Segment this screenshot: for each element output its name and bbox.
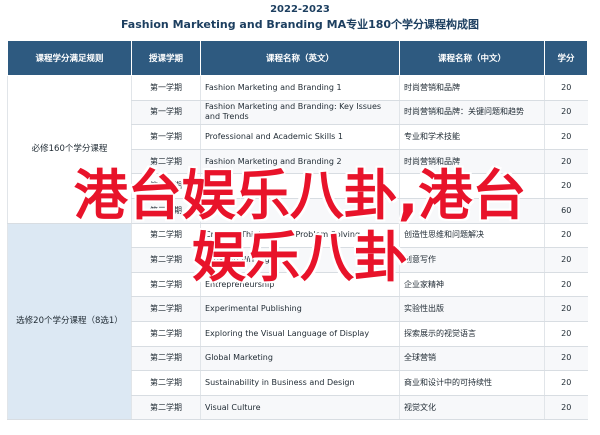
- course-zh-cell: 视觉文化: [399, 395, 545, 421]
- term-cell: 第二学期: [131, 223, 201, 249]
- course-zh-cell: 创造性思维和问题解决: [399, 223, 545, 249]
- credits-cell: 20: [544, 223, 588, 249]
- page-title: Fashion Marketing and Branding MA专业180个学…: [120, 18, 480, 31]
- group-label-required: 必修160个学分课程: [7, 75, 132, 224]
- term-cell: 第二学期: [131, 247, 201, 273]
- course-en-cell: Fashion Marketing and Branding 1: [200, 75, 400, 101]
- course-zh-cell: [399, 173, 545, 199]
- course-zh-cell: 商业和设计中的可持续性: [399, 370, 545, 396]
- group-label-elective: 选修20个学分课程（8选1）: [7, 223, 132, 421]
- curriculum-table: 课程学分满足规则 授课学期 课程名称（英文） 课程名称（中文） 学分 必修160…: [7, 40, 588, 421]
- course-en-cell: Sustainability in Business and Design: [200, 370, 400, 396]
- column-header-term: 授课学期: [131, 40, 201, 76]
- credits-cell: 60: [544, 198, 588, 224]
- course-en-cell: Entrepreneurship: [200, 272, 400, 298]
- course-en-cell: [200, 198, 400, 224]
- term-cell: 第一学期: [131, 124, 201, 150]
- course-en-cell: Exploring the Visual Language of Display: [200, 321, 400, 347]
- course-zh-cell: 探索展示的视觉语言: [399, 321, 545, 347]
- column-header-course-en: 课程名称（英文）: [200, 40, 400, 76]
- course-en-cell: Professional and Academic Skills 1: [200, 124, 400, 150]
- term-cell: 第二学期: [131, 370, 201, 396]
- course-en-cell: Experimental Publishing: [200, 296, 400, 322]
- term-cell: 第三学期: [131, 198, 201, 224]
- table-row: 选修20个学分课程（8选1） 第二学期 Creative Thinking an…: [7, 223, 588, 421]
- credits-cell: 20: [544, 395, 588, 421]
- term-cell: 第二学期: [131, 346, 201, 372]
- term-cell: 第一学期: [131, 100, 201, 126]
- page-header: 2022-2023 Fashion Marketing and Branding…: [0, 4, 600, 34]
- course-en-cell: Visual Culture: [200, 395, 400, 421]
- course-zh-cell: 时尚营销和品牌: [399, 149, 545, 175]
- credits-cell: 20: [544, 149, 588, 175]
- column-header-course-zh: 课程名称（中文）: [399, 40, 545, 76]
- table-header-row: 课程学分满足规则 授课学期 课程名称（英文） 课程名称（中文） 学分: [7, 40, 588, 76]
- credits-cell: 20: [544, 370, 588, 396]
- column-header-credits: 学分: [544, 40, 588, 76]
- credits-cell: 20: [544, 75, 588, 101]
- course-en-cell: Global Marketing: [200, 346, 400, 372]
- credits-cell: 20: [544, 173, 588, 199]
- course-en-cell: Fashion Marketing and Branding: Key Issu…: [200, 100, 400, 126]
- term-cell: 第二学期: [131, 272, 201, 298]
- term-cell: 第二学期: [131, 149, 201, 175]
- credits-cell: 20: [544, 346, 588, 372]
- term-cell: 第二学期: [131, 173, 201, 199]
- table-row: 必修160个学分课程 第一学期 Fashion Marketing and Br…: [7, 75, 588, 224]
- credits-cell: 20: [544, 100, 588, 126]
- course-en-cell: Fashion Marketing and Branding 2: [200, 149, 400, 175]
- credits-cell: 20: [544, 272, 588, 298]
- term-cell: 第二学期: [131, 296, 201, 322]
- course-en-cell: Creative Writing: [200, 247, 400, 273]
- course-zh-cell: 实验性出版: [399, 296, 545, 322]
- course-en-cell: [200, 173, 400, 199]
- credits-cell: 20: [544, 247, 588, 273]
- course-en-cell: Creative Thinking and Problem Solving: [200, 223, 400, 249]
- year-label: 2022-2023: [270, 4, 330, 15]
- course-zh-cell: [399, 198, 545, 224]
- credits-cell: 20: [544, 296, 588, 322]
- term-cell: 第一学期: [131, 75, 201, 101]
- term-cell: 第二学期: [131, 321, 201, 347]
- course-zh-cell: 时尚营销和品牌: [399, 75, 545, 101]
- course-zh-cell: 企业家精神: [399, 272, 545, 298]
- column-header-rule: 课程学分满足规则: [7, 40, 132, 76]
- course-zh-cell: 专业和学术技能: [399, 124, 545, 150]
- credits-cell: 20: [544, 124, 588, 150]
- term-cell: 第二学期: [131, 395, 201, 421]
- course-zh-cell: 全球营销: [399, 346, 545, 372]
- course-zh-cell: 创意写作: [399, 247, 545, 273]
- course-zh-cell: 时尚营销和品牌：关键问题和趋势: [399, 100, 545, 126]
- credits-cell: 20: [544, 321, 588, 347]
